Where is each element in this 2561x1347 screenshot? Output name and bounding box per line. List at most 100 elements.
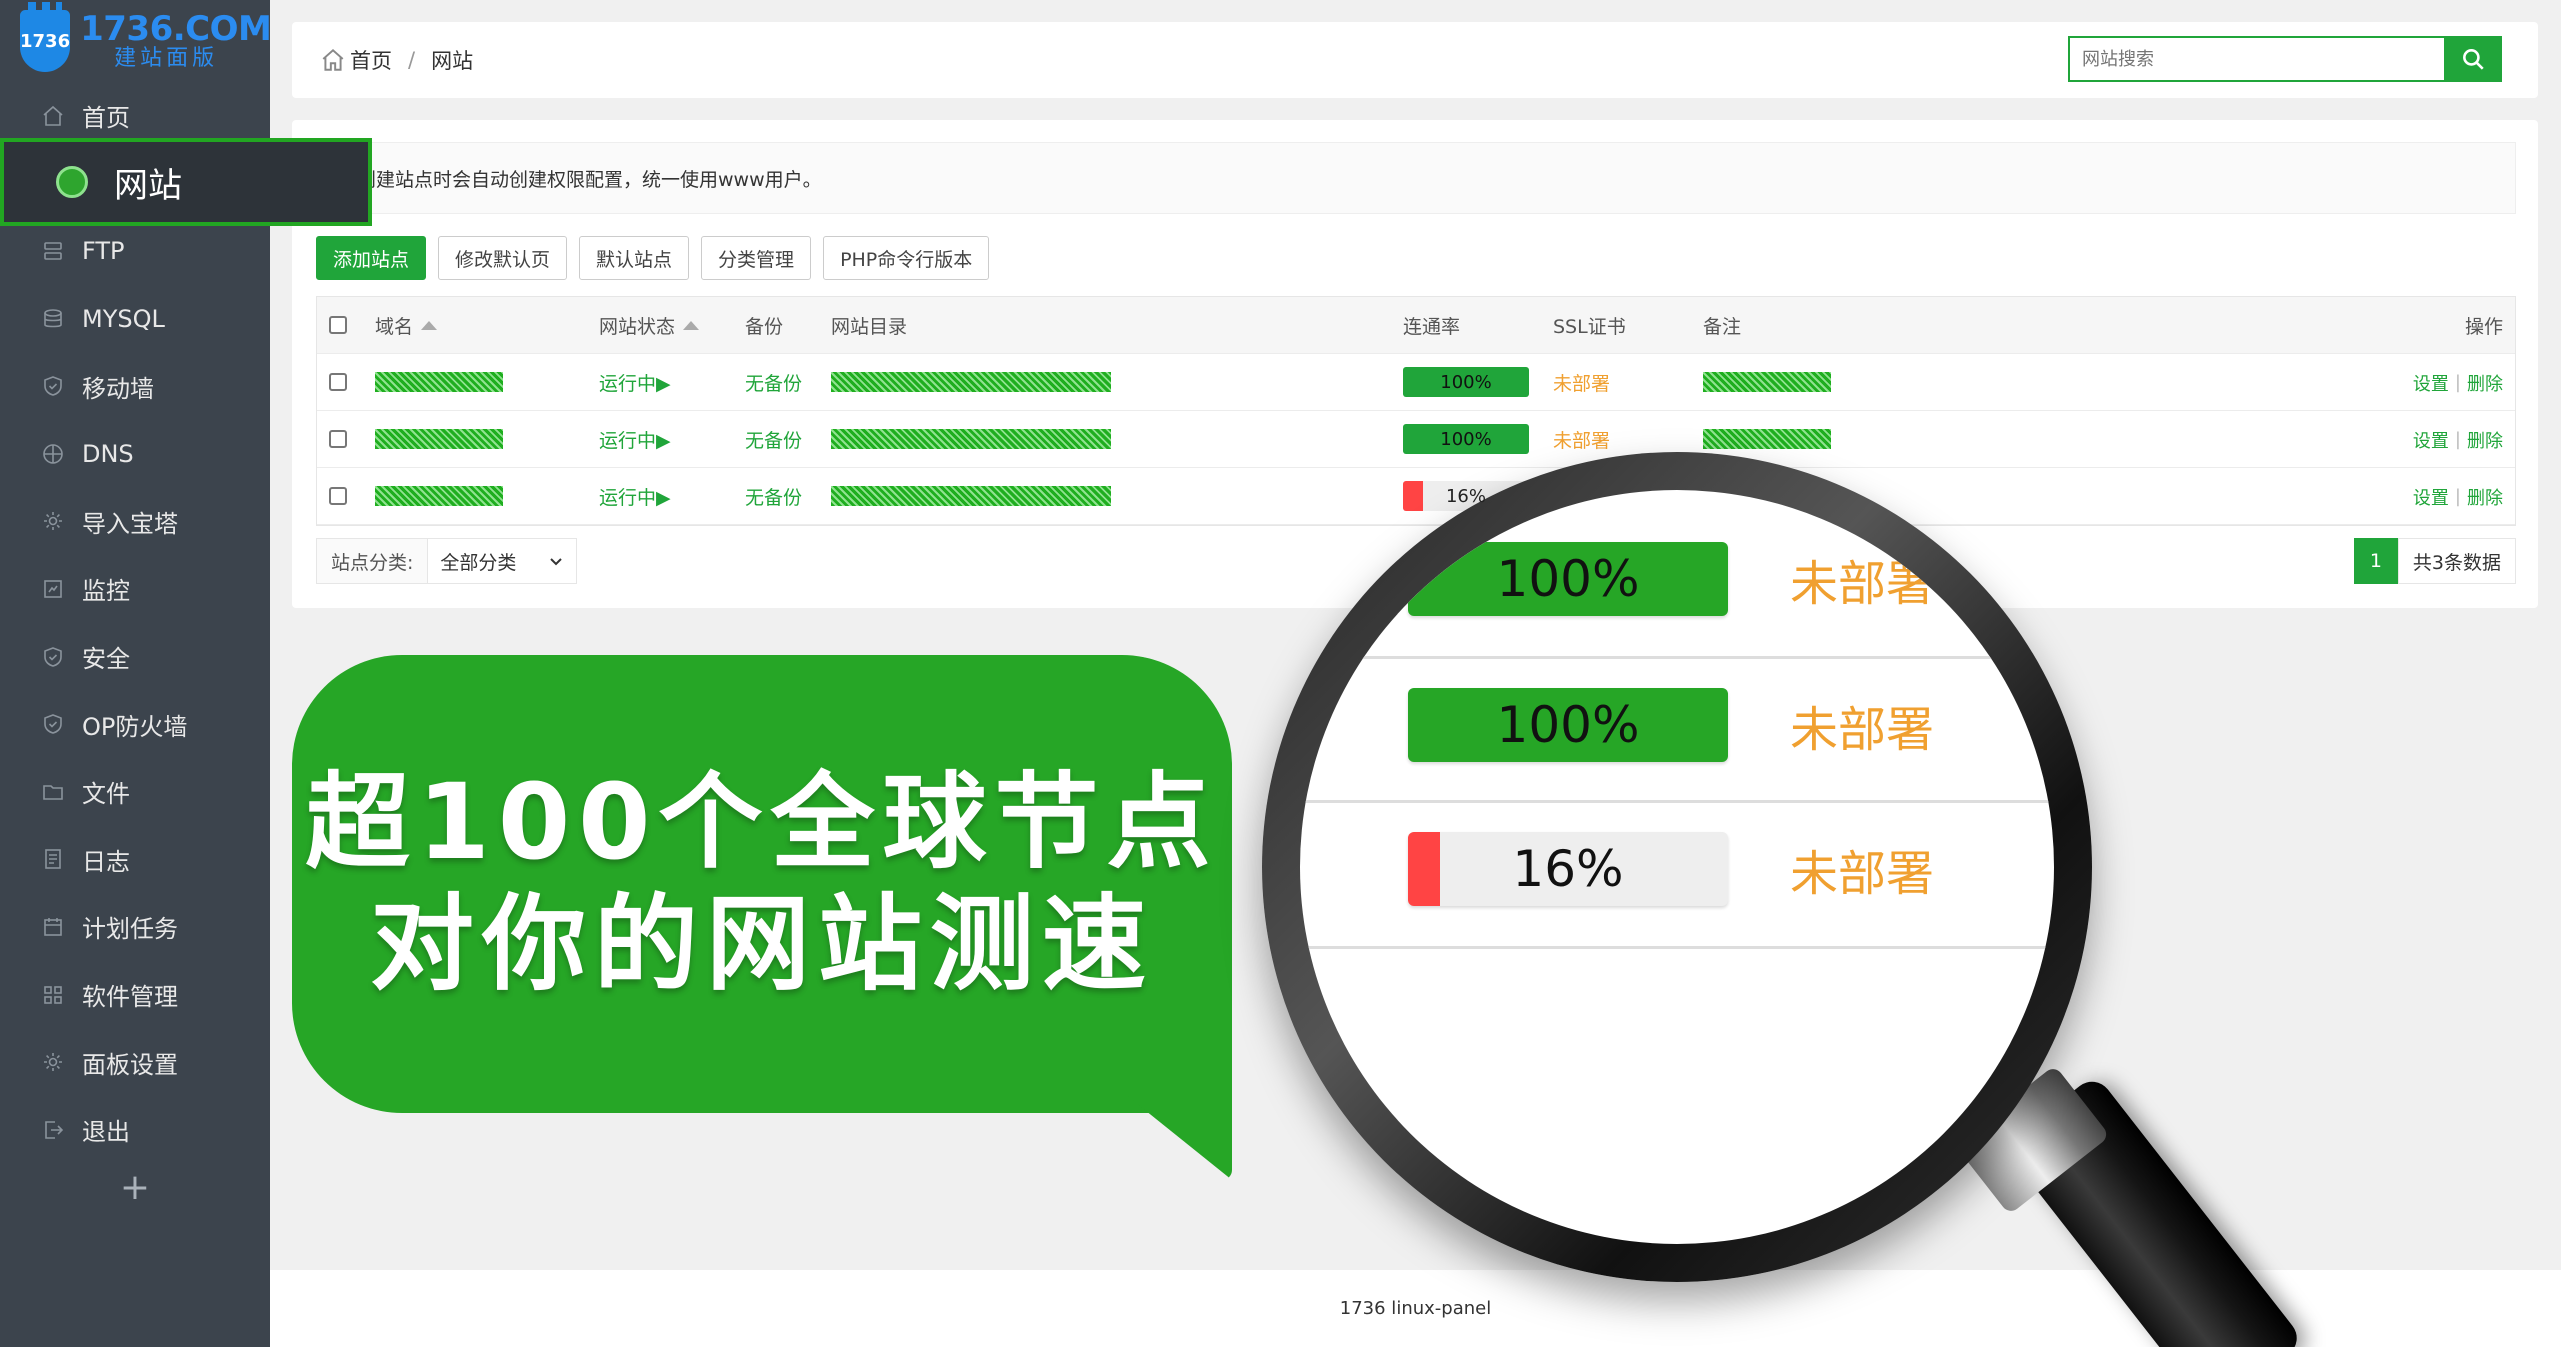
delete-link[interactable]: 删除	[2467, 484, 2503, 510]
sidebar-item-label: 日志	[82, 847, 130, 876]
sort-asc-icon	[421, 321, 438, 330]
sidebar-add-button[interactable]: +	[0, 1158, 270, 1218]
promo-line-2: 对你的网站测速	[369, 883, 1154, 1005]
domain-redacted[interactable]	[375, 486, 503, 506]
sidebar-item[interactable]: 面板设置	[0, 1028, 270, 1096]
shield-icon	[40, 373, 66, 399]
sidebar-item[interactable]: 监控	[0, 555, 270, 623]
promo-line-1: 超100个全球节点	[305, 761, 1219, 883]
sidebar-item[interactable]: 移动墙	[0, 352, 270, 420]
status-running[interactable]: 运行中▶	[599, 354, 671, 411]
row-actions: 设置 | 删除	[2413, 468, 2503, 525]
table-header-row: 域名 网站状态 备份 网站目录 连通率 SSL证书 备注 操作	[317, 297, 2515, 354]
sidebar-item[interactable]: 退出	[0, 1096, 270, 1164]
row-checkbox[interactable]	[329, 373, 347, 391]
sidebar-nav: 首页网站 FTP MYSQL 移动墙 DNS 导入宝塔监控安全 OP防火墙文件日志计划任务软…	[0, 82, 270, 1164]
lens-rate-fill	[1408, 832, 1440, 906]
lens-rate-label: 100%	[1496, 696, 1640, 754]
search-button[interactable]	[2444, 36, 2502, 82]
toolbar-button[interactable]: 添加站点	[316, 236, 427, 280]
apps-icon	[40, 982, 66, 1008]
row-actions: 设置 | 删除	[2413, 354, 2503, 411]
note-redacted[interactable]	[1703, 372, 1831, 392]
table-row: 运行中▶ 无备份 100% 未部署 设置 | 删除	[317, 354, 2515, 411]
sidebar-item[interactable]: FTP	[0, 217, 270, 285]
sidebar-item-label: 软件管理	[82, 983, 178, 1012]
dir-redacted[interactable]	[831, 429, 1111, 449]
sidebar-item-label: MYSQL	[82, 304, 165, 333]
header-domain[interactable]: 域名	[375, 297, 438, 354]
table-row: 运行中▶ 无备份 16% 设置 | 删除	[317, 468, 2515, 525]
logo[interactable]: 1736 1736.COM 建站面版	[0, 0, 272, 82]
shield-icon	[40, 711, 66, 737]
lens-divider	[1300, 656, 2054, 659]
delete-link[interactable]: 删除	[2467, 370, 2503, 396]
sidebar-item[interactable]: 安全	[0, 623, 270, 691]
dir-redacted[interactable]	[831, 372, 1111, 392]
row-actions: 设置 | 删除	[2413, 411, 2503, 468]
search-input[interactable]	[2068, 36, 2444, 82]
total-count: 共3条数据	[2397, 538, 2516, 584]
table-row: 运行中▶ 无备份 100% 未部署 设置 | 删除	[317, 411, 2515, 468]
lens-rate-bar: 16%	[1408, 832, 1728, 906]
backup-status[interactable]: 无备份	[745, 354, 802, 411]
gear-icon	[40, 508, 66, 534]
home-icon[interactable]	[320, 47, 346, 73]
sidebar-item-label: 监控	[82, 577, 130, 606]
domain-redacted[interactable]	[375, 372, 503, 392]
header-status[interactable]: 网站状态	[599, 297, 700, 354]
logo-name: 1736.COM	[80, 9, 272, 49]
note-redacted[interactable]	[1703, 429, 1831, 449]
sidebar-item[interactable]: 软件管理	[0, 961, 270, 1029]
row-checkbox[interactable]	[329, 430, 347, 448]
select-all-checkbox[interactable]	[329, 316, 347, 334]
sidebar-item-label: OP防火墙	[82, 712, 188, 741]
sidebar-item[interactable]: MYSQL	[0, 285, 270, 353]
sidebar-item[interactable]: 日志	[0, 826, 270, 894]
category-select[interactable]: 全部分类	[428, 539, 576, 583]
breadcrumb-separator: /	[408, 48, 416, 72]
backup-status[interactable]: 无备份	[745, 468, 802, 525]
toolbar: 添加站点 修改默认页 默认站点 分类管理 PHP命令行版本	[316, 236, 990, 280]
row-checkbox[interactable]	[329, 487, 347, 505]
toolbar-button[interactable]: 修改默认页	[438, 236, 568, 280]
sidebar-item[interactable]: 导入宝塔	[0, 488, 270, 556]
lens-rate-bar: 100%	[1408, 688, 1728, 762]
header-backup: 备份	[745, 316, 784, 338]
toolbar-button[interactable]: 默认站点	[579, 236, 690, 280]
sidebar-item-label: 首页	[82, 104, 130, 133]
logo-subtitle: 建站面版	[114, 46, 219, 71]
notice-bar: 创建站点时会自动创建权限配置，统一使用www用户。	[314, 142, 2516, 214]
sidebar-item[interactable]: DNS	[0, 420, 270, 488]
status-running[interactable]: 运行中▶	[599, 411, 671, 468]
header-ssl: SSL证书	[1553, 316, 1626, 338]
toolbar-button[interactable]: 分类管理	[701, 236, 812, 280]
delete-link[interactable]: 删除	[2467, 427, 2503, 453]
status-running[interactable]: 运行中▶	[599, 468, 671, 525]
sidebar-item-label: FTP	[82, 236, 125, 265]
sidebar-item-active-website[interactable]: 网站	[0, 138, 372, 226]
settings-link[interactable]: 设置	[2413, 427, 2449, 453]
settings-link[interactable]: 设置	[2413, 370, 2449, 396]
log-icon	[40, 846, 66, 872]
page-1-button[interactable]: 1	[2353, 538, 2398, 584]
lens-ssl-status: 未部署	[1790, 556, 1935, 612]
sidebar-item[interactable]: 计划任务	[0, 893, 270, 961]
sidebar-item-label: 退出	[82, 1118, 130, 1147]
ssl-status[interactable]: 未部署	[1553, 354, 1610, 411]
table-body: 运行中▶ 无备份 100% 未部署 设置 | 删除 运行中▶ 无备份 100% 未部署 设置 | 删除 运行…	[317, 354, 2515, 525]
dir-redacted[interactable]	[831, 486, 1111, 506]
backup-status[interactable]: 无备份	[745, 411, 802, 468]
logo-shield-icon: 1736	[20, 2, 71, 72]
settings-link[interactable]: 设置	[2413, 484, 2449, 510]
magnifier-lens: 100% 未部署 100% 未部署 16% 未部署	[1300, 490, 2054, 1244]
site-panel: 创建站点时会自动创建权限配置，统一使用www用户。 添加站点 修改默认页 默认站点分…	[292, 120, 2538, 608]
domain-redacted[interactable]	[375, 429, 503, 449]
sidebar-item-label: 文件	[82, 780, 130, 809]
sidebar-item[interactable]: 文件	[0, 758, 270, 826]
breadcrumb-home[interactable]: 首页	[350, 45, 392, 75]
sidebar-item[interactable]: OP防火墙	[0, 690, 270, 758]
sidebar-item-label: 网站	[114, 165, 182, 206]
category-filter-label: 站点分类:	[317, 539, 429, 583]
toolbar-button[interactable]: PHP命令行版本	[823, 236, 990, 280]
